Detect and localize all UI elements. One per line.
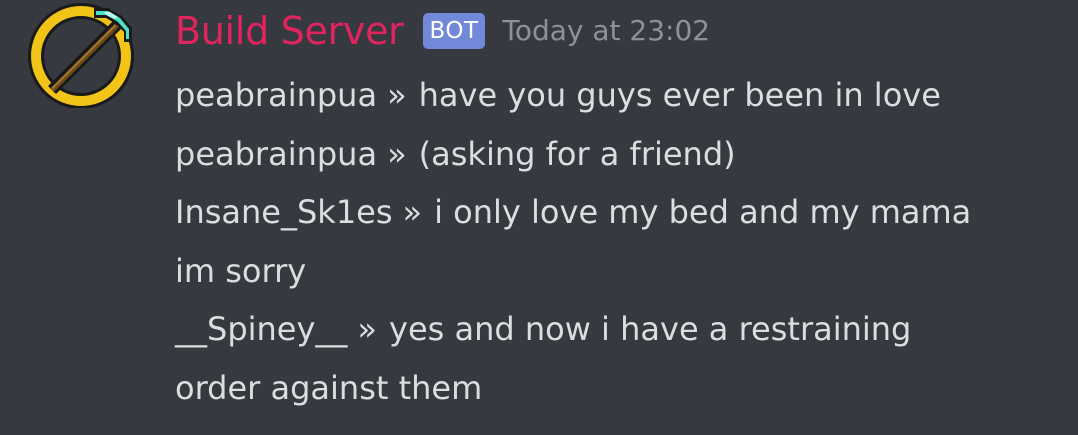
relay-separator: » [402,193,423,231]
relay-username: peabrainpua [175,76,378,114]
chat-message: Build Server BOT Today at 23:02 peabrain… [0,0,1078,435]
message-content: Build Server BOT Today at 23:02 peabrain… [175,0,1058,417]
message-line: Insane_Sk1es» i only love my bed and my m… [175,183,1058,242]
relay-username: Insane_Sk1es [175,193,393,231]
message-line-continuation: order against them [175,359,1058,418]
diamond-pickaxe-no-sign-icon [28,3,134,108]
message-line-continuation: im sorry [175,242,1058,301]
relay-text: order against them [175,368,483,407]
relay-username: __Spiney__ [175,310,348,348]
message-line: peabrainpua» (asking for a friend) [175,125,1058,184]
relay-text: have you guys ever been in love [418,76,941,114]
relay-text: i only love my bed and my mama [434,193,972,231]
message-line: peabrainpua» have you guys ever been in l… [175,66,1058,125]
bot-badge: BOT [423,13,485,49]
relay-username: peabrainpua [175,134,378,173]
message-line: __Spiney__» yes and now i have a restrain… [175,300,1058,359]
author-name[interactable]: Build Server [175,12,404,50]
relay-separator: » [357,310,377,348]
timestamp: Today at 23:02 [502,14,711,47]
message-body: peabrainpua» have you guys ever been in l… [175,66,1058,417]
relay-separator: » [387,134,407,173]
relay-text: (asking for a friend) [418,134,736,173]
avatar[interactable] [24,2,138,108]
relay-text: yes and now i have a restraining [389,310,912,348]
message-header: Build Server BOT Today at 23:02 [175,0,1058,62]
relay-text: im sorry [175,251,307,290]
relay-separator: » [387,76,407,114]
